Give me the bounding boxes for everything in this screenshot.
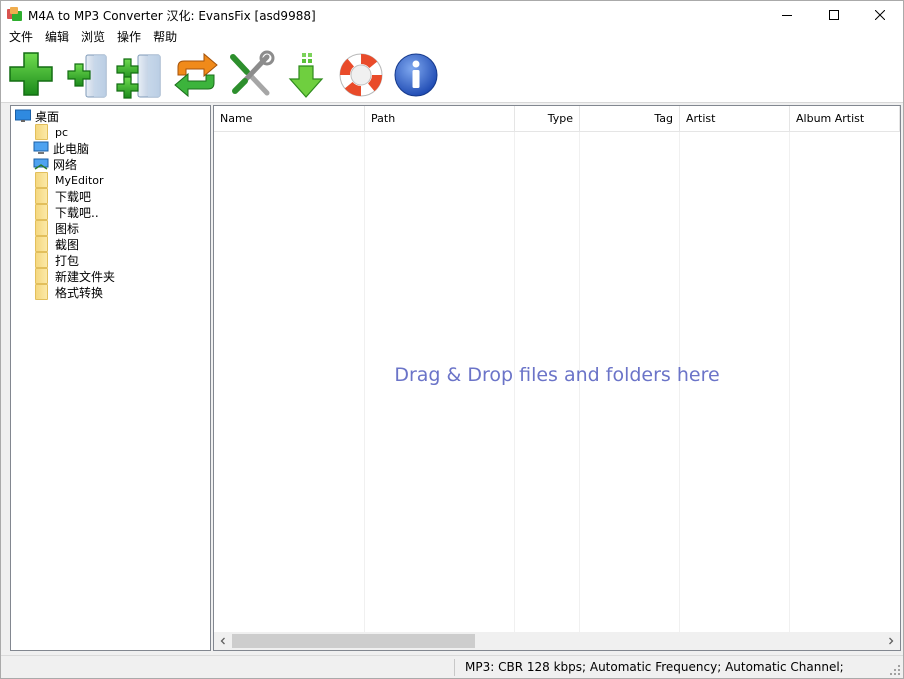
horizontal-scrollbar[interactable] xyxy=(214,632,900,650)
minimize-button[interactable] xyxy=(764,1,810,28)
app-icon xyxy=(7,7,22,21)
desktop-icon xyxy=(15,109,31,122)
tree-label: pc xyxy=(55,125,69,139)
tree-label: MyEditor xyxy=(55,173,104,187)
column-header-path[interactable]: Path xyxy=(365,106,515,132)
tree-label: 网络 xyxy=(53,157,78,172)
tree-item-this-pc[interactable]: 此电脑 xyxy=(33,140,89,156)
add-file-list-button[interactable] xyxy=(60,49,112,101)
folder-icon xyxy=(35,252,48,268)
menu-browse[interactable]: 浏览 xyxy=(75,28,111,47)
tree-label: 截图 xyxy=(55,237,80,252)
tree-label: 打包 xyxy=(55,253,80,268)
folder-icon xyxy=(35,236,48,252)
folder-icon xyxy=(35,220,48,236)
tree-label: 格式转换 xyxy=(55,285,104,300)
add-folder-button[interactable] xyxy=(114,49,166,101)
file-list[interactable]: Name Path Type Tag Artist Album Artist D… xyxy=(213,105,901,651)
about-button[interactable] xyxy=(390,49,442,101)
tree-item-myeditor[interactable]: MyEditor xyxy=(35,172,104,188)
tree-label: 此电脑 xyxy=(53,141,90,156)
download-button[interactable] xyxy=(280,49,332,101)
close-button[interactable] xyxy=(857,1,903,28)
folder-icon xyxy=(35,188,48,204)
menu-action[interactable]: 操作 xyxy=(111,28,147,47)
tree-item-network[interactable]: 网络 xyxy=(33,156,77,172)
tree-item-pc-folder[interactable]: pc xyxy=(35,124,68,140)
minimize-icon xyxy=(782,14,792,16)
download-arrow-icon xyxy=(288,53,324,98)
drop-hint: Drag & Drop files and folders here xyxy=(394,364,720,386)
folder-icon xyxy=(35,284,48,300)
scroll-right-button[interactable] xyxy=(882,632,900,650)
plus-folder-icon xyxy=(116,54,161,99)
tree-item-icons[interactable]: 图标 xyxy=(35,220,79,236)
folder-tree[interactable]: 桌面 pc 此电脑 网络 MyEditor 下载吧 下载吧.. 图标 截图 打包… xyxy=(10,105,211,651)
resize-grip-icon[interactable] xyxy=(889,664,901,676)
column-header-artist[interactable]: Artist xyxy=(680,106,790,132)
status-separator xyxy=(454,659,455,676)
tree-item-desktop[interactable]: 桌面 xyxy=(15,108,59,124)
chevron-left-icon xyxy=(220,637,225,645)
tree-label: 桌面 xyxy=(35,109,60,124)
list-header: Name Path Type Tag Artist Album Artist xyxy=(214,106,900,132)
column-header-name[interactable]: Name xyxy=(214,106,365,132)
green-plus-icon xyxy=(9,52,53,96)
app-window: M4A to MP3 Converter 汉化: EvansFix [asd99… xyxy=(0,0,904,679)
tree-label: 图标 xyxy=(55,221,80,236)
folder-icon xyxy=(35,124,48,140)
lifebuoy-icon xyxy=(339,53,383,97)
menu-help[interactable]: 帮助 xyxy=(147,28,183,47)
info-icon xyxy=(394,53,438,97)
column-header-type[interactable]: Type xyxy=(515,106,580,132)
network-icon xyxy=(33,158,49,170)
title-bar: M4A to MP3 Converter 汉化: EvansFix [asd99… xyxy=(1,1,903,28)
settings-button[interactable] xyxy=(225,49,277,101)
chevron-right-icon xyxy=(889,637,894,645)
menu-file[interactable]: 文件 xyxy=(3,28,39,47)
close-icon xyxy=(875,9,885,20)
folder-icon xyxy=(35,268,48,284)
scrollbar-thumb[interactable] xyxy=(232,634,475,648)
status-output-format: MP3: CBR 128 kbps; Automatic Frequency; … xyxy=(465,660,844,674)
window-title: M4A to MP3 Converter 汉化: EvansFix [asd99… xyxy=(28,9,316,23)
tree-item-new-folder[interactable]: 新建文件夹 xyxy=(35,268,115,284)
toolbar xyxy=(1,47,903,103)
tree-label: 下载吧.. xyxy=(55,205,99,220)
column-header-album-artist[interactable]: Album Artist xyxy=(790,106,900,132)
status-bar: MP3: CBR 128 kbps; Automatic Frequency; … xyxy=(1,655,903,678)
tree-item-format-convert[interactable]: 格式转换 xyxy=(35,284,103,300)
menu-edit[interactable]: 编辑 xyxy=(39,28,75,47)
folder-icon xyxy=(35,204,48,220)
scroll-left-button[interactable] xyxy=(214,632,232,650)
tree-item-package[interactable]: 打包 xyxy=(35,252,79,268)
convert-button[interactable] xyxy=(170,49,222,101)
menu-bar: 文件 编辑 浏览 操作 帮助 xyxy=(1,28,903,47)
computer-icon xyxy=(33,141,49,154)
tree-label: 下载吧 xyxy=(55,189,92,204)
tools-icon xyxy=(230,50,275,96)
help-button[interactable] xyxy=(335,49,387,101)
plus-file-icon xyxy=(67,54,107,98)
maximize-icon xyxy=(829,9,839,20)
tree-item-screenshots[interactable]: 截图 xyxy=(35,236,79,252)
add-files-button[interactable] xyxy=(6,49,58,101)
tree-item-xiazaiba-2[interactable]: 下载吧.. xyxy=(35,204,99,220)
maximize-button[interactable] xyxy=(811,1,857,28)
column-header-tag[interactable]: Tag xyxy=(580,106,680,132)
folder-icon xyxy=(35,172,48,188)
tree-label: 新建文件夹 xyxy=(55,269,116,284)
convert-arrows-icon xyxy=(174,52,218,98)
tree-item-xiazaiba[interactable]: 下载吧 xyxy=(35,188,91,204)
